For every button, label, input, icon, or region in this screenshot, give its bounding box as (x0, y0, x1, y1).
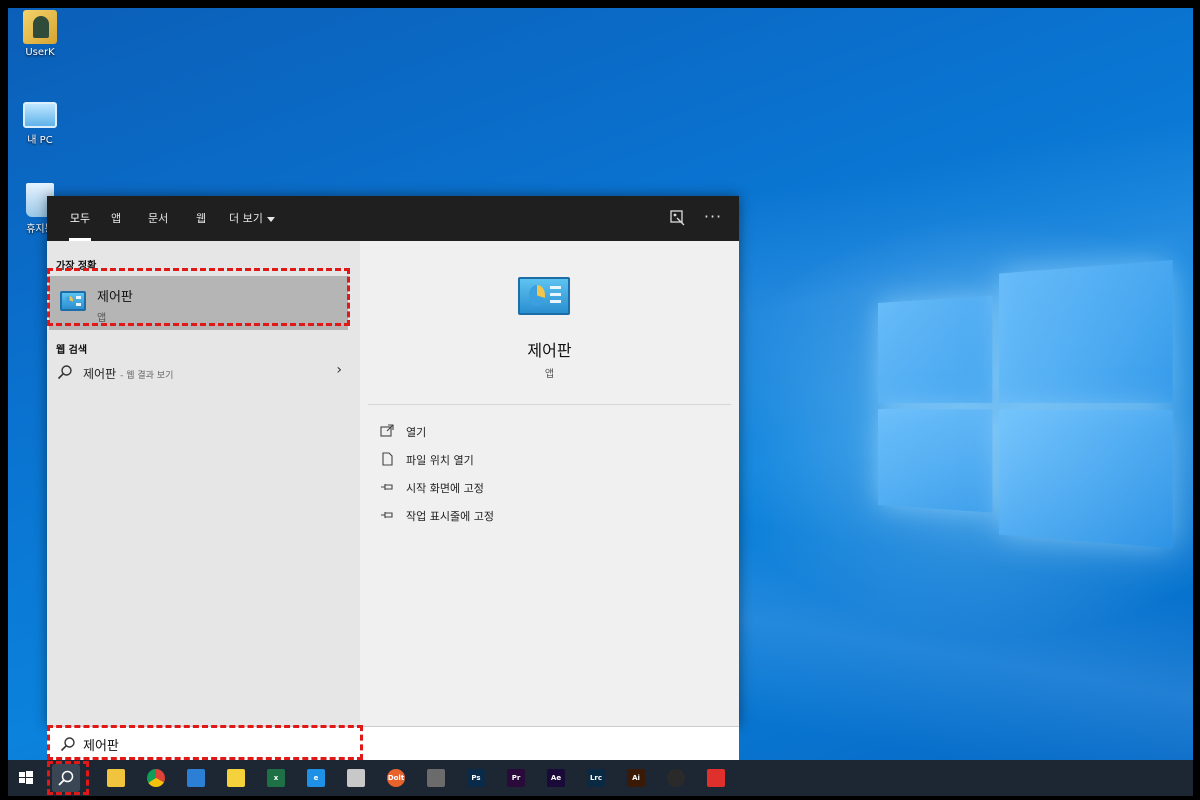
taskbar: x e Dolt Ps Pr Ae Lrc Ai (8, 760, 1193, 796)
taskbar-excel[interactable]: x (262, 764, 290, 792)
action-label: 열기 (406, 424, 426, 440)
tab-label: 모두 (70, 212, 90, 225)
calculator-icon (427, 769, 445, 787)
desktop-icon-this-pc[interactable]: 내 PC (12, 98, 68, 146)
divider (368, 404, 731, 405)
this-pc-icon (23, 102, 57, 128)
chevron-down-icon (267, 217, 275, 222)
pin-icon (380, 508, 394, 522)
open-icon (380, 424, 394, 438)
taskbar-obs[interactable] (662, 764, 690, 792)
pin-icon (380, 480, 394, 494)
file-location-icon (380, 452, 394, 466)
taskbar-sticky-notes[interactable] (222, 764, 250, 792)
desktop: UserK 내 PC 휴지통 모두 앱 문서 웹 더 보기 ··· 가장 정확 … (8, 8, 1193, 796)
result-detail-pane: 제어판 앱 열기 파일 위치 열기 시작 화면에 고정 작업 표시줄에 고정 (360, 241, 739, 726)
tab-documents[interactable]: 문서 (148, 196, 168, 241)
feedback-icon[interactable] (669, 209, 687, 227)
sticky-notes-icon (227, 769, 245, 787)
best-match-result[interactable]: 제어판 앱 (49, 276, 348, 330)
search-icon (57, 769, 75, 787)
tab-web[interactable]: 웹 (196, 196, 206, 241)
taskbar-edge[interactable]: e (302, 764, 330, 792)
orange-app-icon: Dolt (387, 769, 405, 787)
action-label: 시작 화면에 고정 (406, 480, 484, 496)
web-search-result[interactable]: 제어판 - 웹 결과 보기 › (47, 357, 360, 387)
web-search-heading: 웹 검색 (56, 341, 87, 356)
tab-more[interactable]: 더 보기 (229, 196, 275, 241)
obs-icon (667, 769, 685, 787)
taskbar-app-tool[interactable] (342, 764, 370, 792)
edge-icon: e (307, 769, 325, 787)
search-panel-header: 모두 앱 문서 웹 더 보기 ··· (47, 196, 739, 241)
after-effects-icon: Ae (547, 769, 565, 787)
windows-icon (17, 769, 35, 787)
excel-icon: x (267, 769, 285, 787)
start-search-panel: 모두 앱 문서 웹 더 보기 ··· 가장 정확 제어판 앱 웹 검색 제어판 -… (47, 196, 739, 726)
tab-label: 웹 (196, 212, 206, 225)
taskbar-photoshop[interactable]: Ps (462, 764, 490, 792)
web-result-query: 제어판 (83, 367, 116, 381)
chrome-icon (147, 769, 165, 787)
tool-icon (347, 769, 365, 787)
taskbar-app-red[interactable] (702, 764, 730, 792)
lightroom-icon: Lrc (587, 769, 605, 787)
tab-all[interactable]: 모두 (59, 196, 101, 241)
app-icon (187, 769, 205, 787)
control-panel-icon (518, 277, 570, 315)
tab-apps[interactable]: 앱 (111, 196, 121, 241)
taskbar-chrome[interactable] (142, 764, 170, 792)
search-results-list: 가장 정확 제어판 앱 웹 검색 제어판 - 웹 결과 보기 › (47, 241, 360, 726)
photoshop-icon: Ps (467, 769, 485, 787)
taskbar-search-box[interactable] (47, 726, 739, 760)
logo-pane (999, 409, 1173, 548)
control-panel-icon (60, 291, 86, 311)
chevron-right-icon: › (336, 362, 342, 378)
search-button[interactable] (52, 764, 80, 792)
detail-title: 제어판 (360, 337, 739, 361)
search-input[interactable] (83, 734, 483, 754)
taskbar-file-explorer[interactable] (102, 764, 130, 792)
best-match-heading: 가장 정확 (56, 257, 96, 272)
windows-logo-wallpaper (878, 260, 1173, 546)
result-type: 앱 (97, 309, 106, 324)
logo-pane (999, 260, 1173, 403)
more-options-icon[interactable]: ··· (701, 206, 725, 228)
tab-label: 문서 (148, 212, 168, 225)
taskbar-premiere[interactable]: Pr (502, 764, 530, 792)
detail-type: 앱 (360, 365, 739, 380)
web-result-suffix: - 웹 결과 보기 (120, 371, 173, 381)
search-icon (57, 364, 73, 380)
logo-pane (878, 409, 992, 513)
web-result-text: 제어판 - 웹 결과 보기 (83, 365, 173, 382)
taskbar-illustrator[interactable]: Ai (622, 764, 650, 792)
result-name: 제어판 (97, 286, 133, 305)
desktop-icon-user-folder[interactable]: UserK (12, 10, 68, 58)
logo-pane (878, 296, 992, 403)
desktop-icon-label: 내 PC (12, 131, 68, 146)
premiere-icon: Pr (507, 769, 525, 787)
tab-label: 더 보기 (229, 212, 263, 225)
user-folder-icon (23, 10, 57, 44)
taskbar-lightroom-classic[interactable]: Lrc (582, 764, 610, 792)
folder-icon (107, 769, 125, 787)
tab-label: 앱 (111, 212, 121, 225)
taskbar-calculator[interactable] (422, 764, 450, 792)
start-button[interactable] (12, 764, 40, 792)
action-label: 파일 위치 열기 (406, 452, 474, 468)
taskbar-app-orange[interactable]: Dolt (382, 764, 410, 792)
red-app-icon (707, 769, 725, 787)
taskbar-app-blue[interactable] (182, 764, 210, 792)
search-icon (60, 736, 76, 752)
desktop-icon-label: UserK (12, 47, 68, 58)
action-label: 작업 표시줄에 고정 (406, 508, 494, 524)
taskbar-after-effects[interactable]: Ae (542, 764, 570, 792)
illustrator-icon: Ai (627, 769, 645, 787)
